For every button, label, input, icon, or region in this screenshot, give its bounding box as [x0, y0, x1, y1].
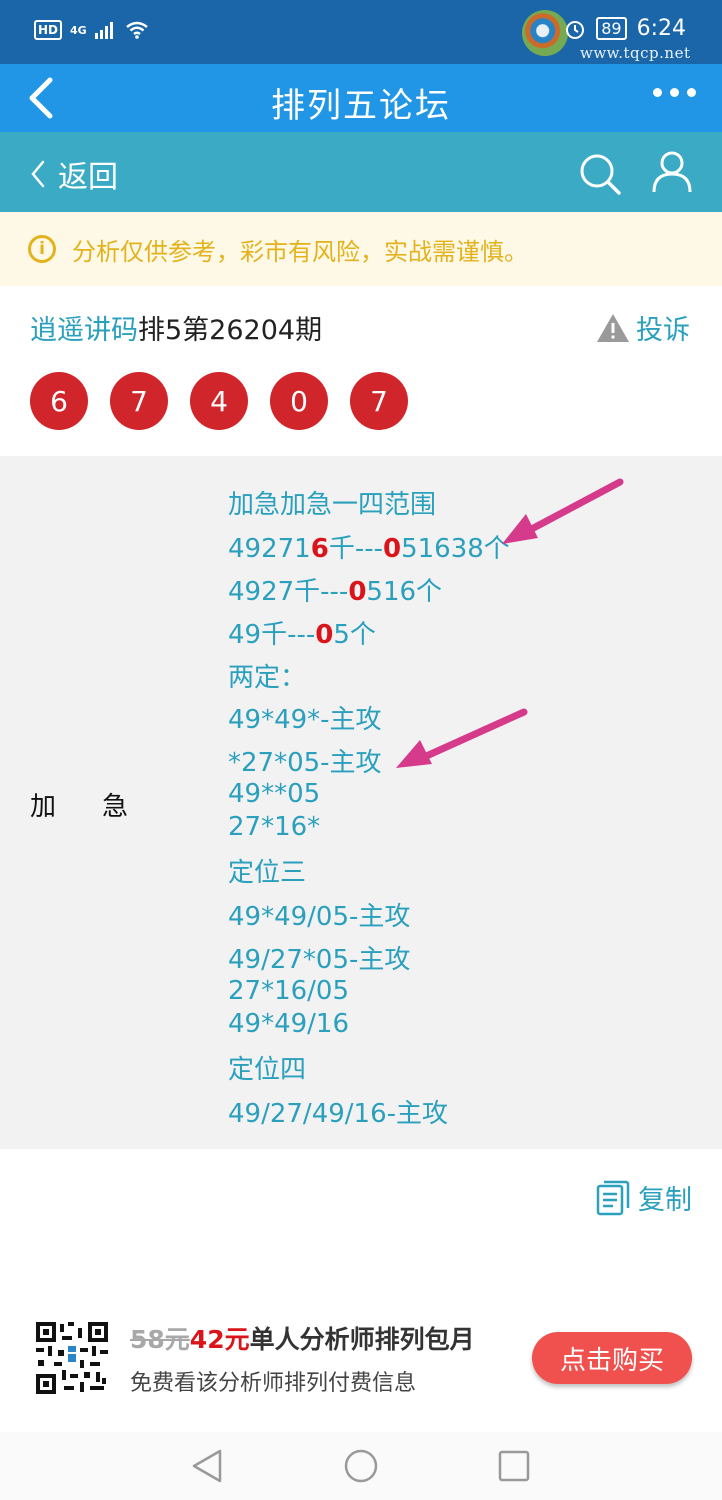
status-left: HD 4G — [34, 20, 149, 40]
watermark-logo-icon — [522, 10, 568, 56]
package-description: 免费看该分析师排列付费信息 — [130, 1371, 417, 1396]
content-line: 492716千---051638个 — [228, 528, 510, 565]
system-nav-bar — [0, 1432, 722, 1500]
number-ball: 7 — [110, 372, 168, 430]
annotation-arrow-icon — [502, 478, 624, 544]
hd-badge: HD — [34, 20, 63, 40]
watermark-url: www.tqcp.net — [580, 44, 691, 62]
network-label: 4G — [70, 23, 87, 37]
app-header: 排列五论坛 — [0, 64, 722, 132]
highlight-digit: 0 — [348, 577, 367, 607]
back-label: 返回 — [58, 160, 118, 195]
notice-text: 分析仅供参考，彩市有风险，实战需谨慎。 — [72, 237, 528, 266]
search-icon[interactable] — [578, 152, 622, 196]
issue-title: 排5第26204期 — [138, 315, 323, 346]
highlight-digit: 6 — [310, 534, 329, 564]
complain-button[interactable]: 投诉 — [596, 308, 690, 347]
complain-label: 投诉 — [636, 315, 690, 346]
number-ball: 6 — [30, 372, 88, 430]
content-line: 49/27/49/16-主攻 — [228, 1099, 448, 1129]
copy-label: 复制 — [638, 1185, 692, 1216]
product-name: 单人分析师排列包月 — [249, 1325, 475, 1354]
more-options-icon[interactable] — [653, 88, 696, 97]
buy-button[interactable]: 点击购买 — [532, 1332, 692, 1384]
old-price: 58元 — [130, 1325, 190, 1354]
content-line: 27*16/05 — [228, 976, 350, 1006]
content-line: 49*49/05-主攻 — [228, 902, 411, 932]
line-part: 5个 — [333, 620, 376, 650]
copy-button[interactable]: 复制 — [596, 1178, 692, 1217]
signal-icon — [94, 22, 113, 39]
post-title: 逍遥讲码排5第26204期 — [30, 308, 322, 347]
line-part: 51638个 — [401, 534, 510, 564]
status-right: 89 6:24 — [564, 16, 686, 41]
content-line: 4927千---0516个 — [228, 571, 442, 608]
back-button[interactable]: 返回 — [30, 152, 118, 196]
content-line: *27*05-主攻 — [228, 748, 382, 778]
content-line: 加急加急一四范围 — [228, 490, 437, 520]
content-line: 27*16* — [228, 812, 321, 842]
content-line: 49**05 — [228, 779, 321, 809]
highlight-digit: 0 — [315, 620, 334, 650]
new-price: 42元 — [189, 1325, 250, 1354]
nav-back-icon[interactable] — [190, 1448, 224, 1484]
status-bar: HD 4G 89 6:24 www.tqcp.net — [0, 0, 722, 64]
annotation-arrow-icon — [396, 708, 528, 768]
line-part: 4927千--- — [228, 577, 349, 607]
row-label: 加 急 — [30, 786, 128, 823]
more-dot — [687, 88, 696, 97]
row-label-part: 加 — [30, 792, 57, 822]
line-part: 516个 — [366, 577, 443, 607]
draw-numbers: 6 7 4 0 7 — [30, 372, 408, 430]
qr-code-icon — [34, 1320, 110, 1396]
more-dot — [670, 88, 679, 97]
number-ball: 4 — [190, 372, 248, 430]
line-part: 49千--- — [228, 620, 316, 650]
content-line: 两定： — [228, 663, 307, 693]
info-icon: i — [28, 235, 56, 263]
copy-icon — [596, 1180, 630, 1215]
content-line: 49/27*05-主攻 — [228, 945, 411, 975]
package-title: 58元42元单人分析师排列包月 — [130, 1320, 475, 1356]
content-line: 49千---05个 — [228, 614, 376, 651]
line-part: 49271 — [228, 534, 311, 564]
content-line: 49*49/16 — [228, 1009, 350, 1039]
clock: 6:24 — [636, 16, 686, 41]
page-title: 排列五论坛 — [271, 86, 451, 126]
content-line: 定位四 — [228, 1055, 307, 1085]
nav-recents-icon[interactable] — [497, 1449, 531, 1483]
author-link[interactable]: 逍遥讲码 — [30, 315, 138, 346]
user-icon[interactable] — [650, 150, 694, 194]
battery-level: 89 — [596, 17, 627, 40]
wifi-icon — [125, 21, 148, 39]
risk-notice: i 分析仅供参考，彩市有风险，实战需谨慎。 — [0, 212, 722, 286]
number-ball: 0 — [270, 372, 328, 430]
alarm-icon — [566, 20, 585, 39]
row-label-part: 急 — [102, 792, 129, 822]
line-part: 千--- — [328, 534, 383, 564]
content-line: 定位三 — [228, 858, 307, 888]
highlight-digit: 0 — [382, 534, 402, 564]
more-dot — [653, 88, 662, 97]
warning-icon — [597, 313, 629, 342]
chevron-left-icon — [31, 160, 45, 188]
nav-home-icon[interactable] — [343, 1448, 379, 1484]
content-line: 49*49*-主攻 — [228, 705, 382, 735]
number-ball: 7 — [350, 372, 408, 430]
